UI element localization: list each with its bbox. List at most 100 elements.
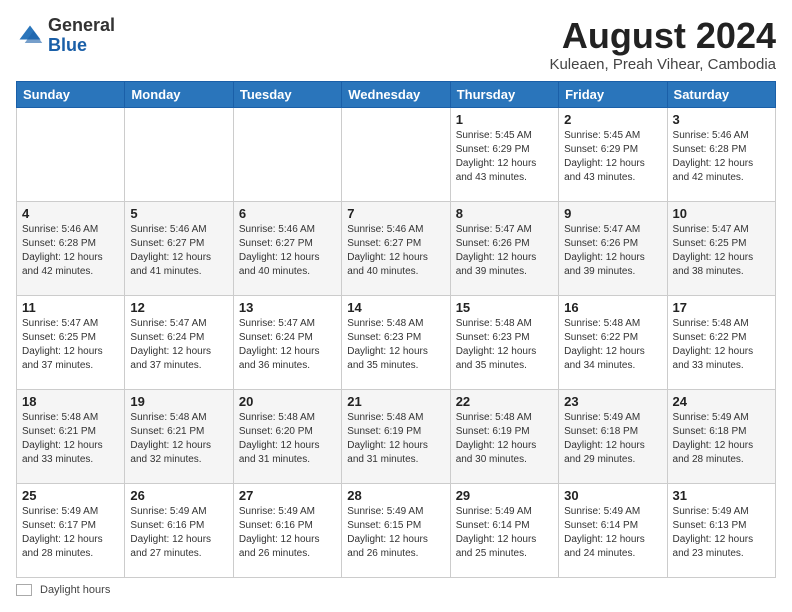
day-number: 26 — [130, 488, 227, 503]
calendar-cell: 29 Sunrise: 5:49 AM Sunset: 6:14 PM Dayli… — [450, 483, 558, 577]
calendar-cell: 17 Sunrise: 5:48 AM Sunset: 6:22 PM Dayli… — [667, 295, 775, 389]
day-info: Sunrise: 5:49 AM Sunset: 6:14 PM Dayligh… — [564, 505, 661, 561]
day-info: Sunrise: 5:48 AM Sunset: 6:21 PM Dayligh… — [22, 411, 119, 467]
footer-label: Daylight hours — [40, 584, 110, 596]
header-row: SundayMondayTuesdayWednesdayThursdayFrid… — [17, 81, 776, 107]
day-info: Sunrise: 5:47 AM Sunset: 6:24 PM Dayligh… — [239, 317, 336, 373]
day-info: Sunrise: 5:48 AM Sunset: 6:23 PM Dayligh… — [456, 317, 553, 373]
calendar-cell: 24 Sunrise: 5:49 AM Sunset: 6:18 PM Dayli… — [667, 389, 775, 483]
day-number: 16 — [564, 300, 661, 315]
day-number: 8 — [456, 206, 553, 221]
day-info: Sunrise: 5:46 AM Sunset: 6:27 PM Dayligh… — [239, 223, 336, 279]
calendar-cell: 31Sunrise: 5:49 AM Sunset: 6:13 PM Dayli… — [667, 483, 775, 577]
page: General Blue August 2024 Kuleaen, Preah … — [0, 0, 792, 612]
logo-text: General Blue — [48, 16, 115, 56]
day-number: 17 — [673, 300, 770, 315]
calendar-cell: 8Sunrise: 5:47 AM Sunset: 6:26 PM Daylig… — [450, 201, 558, 295]
calendar-cell: 16 Sunrise: 5:48 AM Sunset: 6:22 PM Dayli… — [559, 295, 667, 389]
day-number: 13 — [239, 300, 336, 315]
calendar-week: 25 Sunrise: 5:49 AM Sunset: 6:17 PM Dayli… — [17, 483, 776, 577]
day-info: Sunrise: 5:48 AM Sunset: 6:19 PM Dayligh… — [347, 411, 444, 467]
day-info: Sunrise: 5:49 AM Sunset: 6:17 PM Dayligh… — [22, 505, 119, 561]
day-number: 27 — [239, 488, 336, 503]
day-info: Sunrise: 5:49 AM Sunset: 6:18 PM Dayligh… — [564, 411, 661, 467]
title-section: August 2024 Kuleaen, Preah Vihear, Cambo… — [549, 16, 776, 73]
day-number: 12 — [130, 300, 227, 315]
calendar-cell: 9 Sunrise: 5:47 AM Sunset: 6:26 PM Daylig… — [559, 201, 667, 295]
calendar-cell: 22 Sunrise: 5:48 AM Sunset: 6:19 PM Dayli… — [450, 389, 558, 483]
day-number: 30 — [564, 488, 661, 503]
day-info: Sunrise: 5:48 AM Sunset: 6:22 PM Dayligh… — [564, 317, 661, 373]
day-number: 18 — [22, 394, 119, 409]
day-info: Sunrise: 5:46 AM Sunset: 6:28 PM Dayligh… — [673, 129, 770, 185]
calendar-cell: 26 Sunrise: 5:49 AM Sunset: 6:16 PM Dayli… — [125, 483, 233, 577]
day-info: Sunrise: 5:46 AM Sunset: 6:28 PM Dayligh… — [22, 223, 119, 279]
day-info: Sunrise: 5:48 AM Sunset: 6:23 PM Dayligh… — [347, 317, 444, 373]
day-number: 31 — [673, 488, 770, 503]
daylight-box — [16, 584, 32, 596]
day-number: 19 — [130, 394, 227, 409]
day-number: 25 — [22, 488, 119, 503]
calendar-cell: 10 Sunrise: 5:47 AM Sunset: 6:25 PM Dayli… — [667, 201, 775, 295]
logo: General Blue — [16, 16, 115, 56]
calendar-cell: 7Sunrise: 5:46 AM Sunset: 6:27 PM Daylig… — [342, 201, 450, 295]
day-info: Sunrise: 5:48 AM Sunset: 6:21 PM Dayligh… — [130, 411, 227, 467]
header-cell: Monday — [125, 81, 233, 107]
day-info: Sunrise: 5:46 AM Sunset: 6:27 PM Dayligh… — [130, 223, 227, 279]
day-number: 24 — [673, 394, 770, 409]
calendar-week: 4 Sunrise: 5:46 AM Sunset: 6:28 PM Daylig… — [17, 201, 776, 295]
header-cell: Tuesday — [233, 81, 341, 107]
calendar-header: SundayMondayTuesdayWednesdayThursdayFrid… — [17, 81, 776, 107]
calendar-cell: 3 Sunrise: 5:46 AM Sunset: 6:28 PM Daylig… — [667, 107, 775, 201]
calendar-cell: 4 Sunrise: 5:46 AM Sunset: 6:28 PM Daylig… — [17, 201, 125, 295]
day-info: Sunrise: 5:47 AM Sunset: 6:25 PM Dayligh… — [673, 223, 770, 279]
day-info: Sunrise: 5:49 AM Sunset: 6:15 PM Dayligh… — [347, 505, 444, 561]
day-info: Sunrise: 5:47 AM Sunset: 6:26 PM Dayligh… — [564, 223, 661, 279]
day-number: 22 — [456, 394, 553, 409]
calendar-cell: 6Sunrise: 5:46 AM Sunset: 6:27 PM Daylig… — [233, 201, 341, 295]
calendar-cell: 25 Sunrise: 5:49 AM Sunset: 6:17 PM Dayli… — [17, 483, 125, 577]
calendar-cell: 28 Sunrise: 5:49 AM Sunset: 6:15 PM Dayli… — [342, 483, 450, 577]
day-info: Sunrise: 5:49 AM Sunset: 6:16 PM Dayligh… — [239, 505, 336, 561]
day-info: Sunrise: 5:48 AM Sunset: 6:19 PM Dayligh… — [456, 411, 553, 467]
subtitle: Kuleaen, Preah Vihear, Cambodia — [549, 56, 776, 73]
day-number: 1 — [456, 112, 553, 127]
calendar-cell: 19 Sunrise: 5:48 AM Sunset: 6:21 PM Dayli… — [125, 389, 233, 483]
main-title: August 2024 — [549, 16, 776, 56]
calendar-body: 1 Sunrise: 5:45 AM Sunset: 6:29 PM Daylig… — [17, 107, 776, 577]
logo-icon — [16, 22, 44, 50]
day-number: 7 — [347, 206, 444, 221]
day-number: 4 — [22, 206, 119, 221]
calendar-cell: 30 Sunrise: 5:49 AM Sunset: 6:14 PM Dayli… — [559, 483, 667, 577]
day-info: Sunrise: 5:47 AM Sunset: 6:24 PM Dayligh… — [130, 317, 227, 373]
day-number: 29 — [456, 488, 553, 503]
day-number: 14 — [347, 300, 444, 315]
header-cell: Saturday — [667, 81, 775, 107]
calendar-cell: 1Sunrise: 5:45 AM Sunset: 6:29 PM Daylig… — [450, 107, 558, 201]
header-cell: Friday — [559, 81, 667, 107]
calendar-cell — [233, 107, 341, 201]
day-info: Sunrise: 5:49 AM Sunset: 6:14 PM Dayligh… — [456, 505, 553, 561]
calendar-cell — [342, 107, 450, 201]
day-number: 3 — [673, 112, 770, 127]
day-info: Sunrise: 5:47 AM Sunset: 6:25 PM Dayligh… — [22, 317, 119, 373]
day-number: 9 — [564, 206, 661, 221]
day-number: 28 — [347, 488, 444, 503]
day-info: Sunrise: 5:48 AM Sunset: 6:20 PM Dayligh… — [239, 411, 336, 467]
day-number: 11 — [22, 300, 119, 315]
header-cell: Sunday — [17, 81, 125, 107]
day-info: Sunrise: 5:45 AM Sunset: 6:29 PM Dayligh… — [564, 129, 661, 185]
day-number: 5 — [130, 206, 227, 221]
calendar-cell: 14 Sunrise: 5:48 AM Sunset: 6:23 PM Dayli… — [342, 295, 450, 389]
calendar-cell: 23Sunrise: 5:49 AM Sunset: 6:18 PM Dayli… — [559, 389, 667, 483]
calendar-cell — [17, 107, 125, 201]
day-info: Sunrise: 5:49 AM Sunset: 6:18 PM Dayligh… — [673, 411, 770, 467]
day-info: Sunrise: 5:49 AM Sunset: 6:16 PM Dayligh… — [130, 505, 227, 561]
calendar-cell: 5 Sunrise: 5:46 AM Sunset: 6:27 PM Daylig… — [125, 201, 233, 295]
calendar-table: SundayMondayTuesdayWednesdayThursdayFrid… — [16, 81, 776, 578]
day-number: 10 — [673, 206, 770, 221]
day-info: Sunrise: 5:48 AM Sunset: 6:22 PM Dayligh… — [673, 317, 770, 373]
day-number: 2 — [564, 112, 661, 127]
day-number: 20 — [239, 394, 336, 409]
calendar-cell: 20 Sunrise: 5:48 AM Sunset: 6:20 PM Dayli… — [233, 389, 341, 483]
